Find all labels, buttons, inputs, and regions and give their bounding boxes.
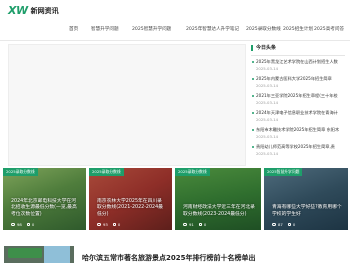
header: XW 新网资讯 xyxy=(0,0,350,20)
card-caption[interactable]: 2024年北京邮电科技大学在河北招收生源最低分数(一览,最高考位次数位置) xyxy=(11,199,80,218)
nav-item-notes[interactable]: 2025年智慧达人升学笔记 xyxy=(186,26,239,32)
headline-title[interactable]: 2021年三亚学院2025年招生章程(三十年校 xyxy=(256,93,347,99)
headline-item[interactable]: 2021年三亚学院2025年招生章程(三十年校 2025-03-14 xyxy=(251,92,347,109)
main-nav: 首页 智慧升学问题 2025智慧升学问题 2025年智慧达人升学笔记 2025录… xyxy=(0,26,350,36)
eye-icon xyxy=(183,223,187,226)
card-views: 98 xyxy=(17,222,22,227)
card-tag[interactable]: 2025录取分数线 xyxy=(3,168,38,176)
card-views: 87 xyxy=(278,222,283,227)
nav-item-2025-smart-question[interactable]: 2025智慧升学问题 xyxy=(132,26,171,32)
article-list: 哈尔滨五常市著名旅游景点2025年排行榜前十名榜单出 xyxy=(0,236,350,263)
eye-icon xyxy=(272,223,276,226)
headline-item[interactable]: 东阳市木雕技术学院2025年招生简章 东阳木 2025-03-14 xyxy=(251,126,347,143)
card-caption[interactable]: 青海有哪些大学好些?教育用哪个学校的学生好 xyxy=(272,205,342,218)
headline-date: 2025-03-14 xyxy=(256,134,279,139)
headlines-divider xyxy=(251,55,345,56)
nav-item-qa[interactable]: 2025高考问答 xyxy=(314,26,344,32)
headline-date: 2025-03-14 xyxy=(256,151,279,156)
card-comments: 0 xyxy=(203,222,207,227)
card-views: 91 xyxy=(189,222,194,227)
headline-title[interactable]: 贵阳幼儿师范高等学校2025年招生简章,贵 xyxy=(256,144,347,150)
bullet-icon xyxy=(252,112,254,114)
bullet-icon xyxy=(252,146,254,148)
featured-card[interactable]: 2025录取分数线 南京农林大学2025年在四川录取分数线(2021-2022-… xyxy=(89,168,172,230)
hero-slider[interactable] xyxy=(8,44,246,166)
comment-icon xyxy=(198,223,202,226)
nav-divider xyxy=(0,40,350,41)
featured-card[interactable]: 2025智慧升学问题 青海有哪些大学好些?教育用哪个学校的学生好 87 0 xyxy=(264,168,348,230)
bullet-icon xyxy=(252,78,254,80)
eye-icon xyxy=(97,223,101,226)
logo-mark: XW xyxy=(8,4,28,17)
bullet-icon xyxy=(252,61,254,63)
headline-date: 2025-03-14 xyxy=(256,117,279,122)
article-title[interactable]: 哈尔滨五常市著名旅游景点2025年排行榜前十名榜单出 xyxy=(82,253,255,263)
headline-date: 2025-03-14 xyxy=(256,100,279,105)
headline-title[interactable]: 2025年内蒙古医科大学2025年招生简章 xyxy=(256,76,347,82)
site-logo[interactable]: XW 新网资讯 xyxy=(8,4,59,17)
featured-card[interactable]: 2025录取分数线 河南财经政法大学近三年在河北录取分数线(2023-2024最… xyxy=(175,168,261,230)
headline-title[interactable]: 东阳市木雕技术学院2025年招生简章 东阳木 xyxy=(256,127,347,133)
headline-title[interactable]: 2024年天津电子信息职业技术学院在青海计 xyxy=(256,110,347,116)
comment-icon xyxy=(287,223,291,226)
headline-item[interactable]: 贵阳幼儿师范高等学校2025年招生简章,贵 2025-03-14 xyxy=(251,143,347,160)
card-views: 93 xyxy=(103,222,108,227)
headline-item[interactable]: 2025年黑龙江艺术学院在山西计划招生人数 2025-03-14 xyxy=(251,58,347,75)
bullet-icon xyxy=(252,129,254,131)
headline-date: 2025-03-14 xyxy=(256,66,279,71)
comment-icon xyxy=(112,223,116,226)
logo-text: 新网资讯 xyxy=(30,6,59,15)
card-tag[interactable]: 2025录取分数线 xyxy=(89,168,124,176)
thumbnail-foliage xyxy=(8,248,42,258)
card-comments: 0 xyxy=(31,222,35,227)
headline-date: 2025-03-14 xyxy=(256,83,279,88)
card-tag[interactable]: 2025录取分数线 xyxy=(175,168,210,176)
eye-icon xyxy=(11,223,15,226)
card-tag[interactable]: 2025智慧升学问题 xyxy=(264,168,303,176)
card-image xyxy=(264,168,348,230)
nav-item-smart-question[interactable]: 智慧升学问题 xyxy=(91,26,119,32)
card-caption[interactable]: 南京农林大学2025年在四川录取分数线(2021-2022-2024最低分) xyxy=(97,199,166,218)
headline-title[interactable]: 2025年黑龙江艺术学院在山西计划招生人数 xyxy=(256,59,347,65)
card-meta: 93 0 xyxy=(97,222,120,227)
nav-item-scores[interactable]: 2025录取分数线 xyxy=(246,26,281,32)
card-meta: 87 0 xyxy=(272,222,295,227)
card-meta: 91 0 xyxy=(183,222,206,227)
nav-item-home[interactable]: 首页 xyxy=(69,26,78,32)
headlines-title: 今日头条 xyxy=(251,44,276,51)
card-comments: 0 xyxy=(292,222,296,227)
nav-item-plans[interactable]: 2025招生计划 xyxy=(283,26,313,32)
comment-icon xyxy=(26,223,30,226)
featured-card[interactable]: 2025录取分数线 2024年北京邮电科技大学在河北招收生源最低分数(一览,最高… xyxy=(3,168,86,230)
title-accent-bar xyxy=(251,44,253,51)
card-comments: 0 xyxy=(117,222,121,227)
headlines-title-text: 今日头条 xyxy=(256,45,277,51)
featured-cards: 2025录取分数线 2024年北京邮电科技大学在河北招收生源最低分数(一览,最高… xyxy=(0,168,350,230)
card-image xyxy=(175,168,261,230)
article-thumbnail[interactable] xyxy=(4,246,74,263)
thumbnail-sky xyxy=(44,246,70,263)
headline-item[interactable]: 2025年内蒙古医科大学2025年招生简章 2025-03-14 xyxy=(251,75,347,92)
bullet-icon xyxy=(252,95,254,97)
card-meta: 98 0 xyxy=(11,222,34,227)
headline-item[interactable]: 2024年天津电子信息职业技术学院在青海计 2025-03-14 xyxy=(251,109,347,126)
headlines-list: 2025年黑龙江艺术学院在山西计划招生人数 2025-03-14 2025年内蒙… xyxy=(251,58,347,160)
card-caption[interactable]: 河南财经政法大学近三年在河北录取分数线(2023-2024最低分) xyxy=(183,205,255,218)
